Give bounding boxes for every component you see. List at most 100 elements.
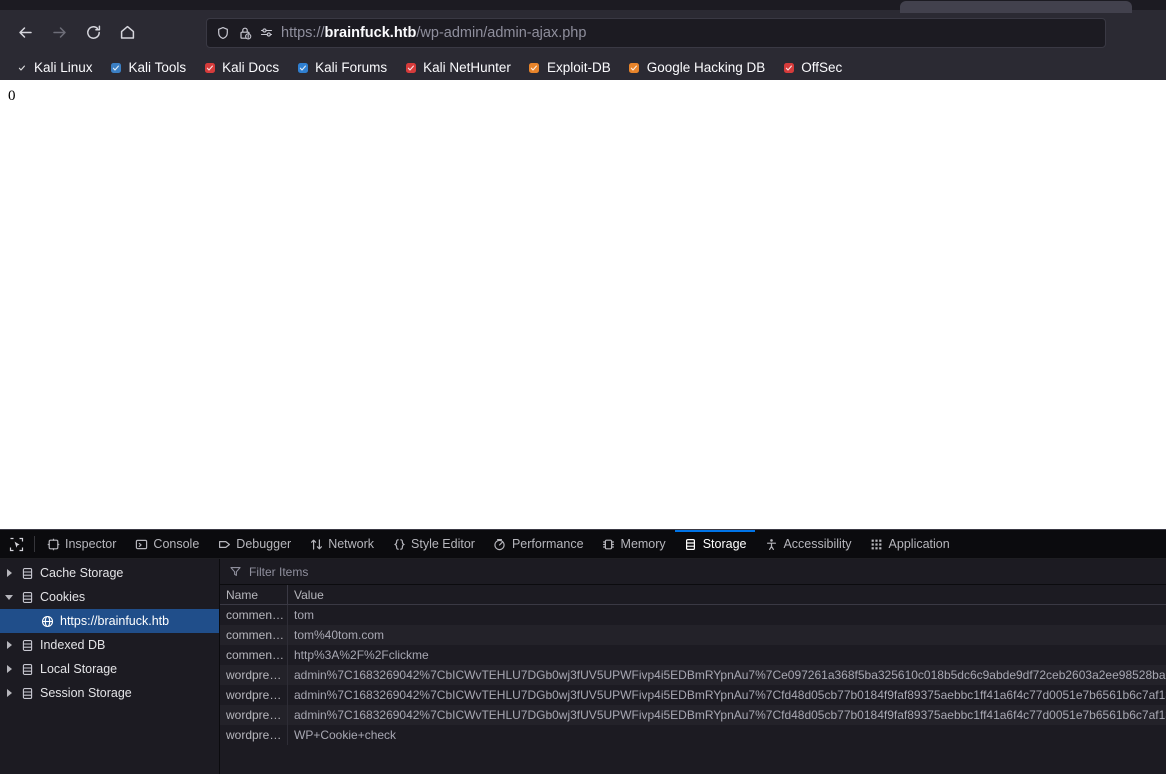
devtools-toolbar: Inspector Console Debugger Network Style Edi… — [0, 530, 1166, 559]
storage-tree-item-label: Cookies — [40, 590, 86, 604]
network-icon — [309, 537, 323, 551]
table-row[interactable]: wordpre… admin%7C1683269042%7CbICWvTEHLU7… — [220, 705, 1166, 725]
storage-tree-item-https-brainfuck-htb[interactable]: https://brainfuck.htb — [0, 609, 219, 633]
url-text: https://brainfuck.htb/wp-admin/admin-aja… — [281, 24, 587, 41]
bookmarks-toolbar: Kali Linux Kali Tools Kali Docs Kali Forums… — [0, 55, 1166, 80]
tab-accessibility[interactable]: Accessibility — [755, 530, 860, 558]
tab-style-editor[interactable]: Style Editor — [383, 530, 484, 558]
tab-storage[interactable]: Storage — [674, 530, 756, 558]
devtools-tab-list: Inspector Console Debugger Network Style Edi… — [37, 530, 959, 558]
table-row[interactable]: wordpre… admin%7C1683269042%7CbICWvTEHLU7… — [220, 665, 1166, 685]
cookie-name-cell: wordpre… — [220, 705, 288, 725]
cookie-name-cell: commen… — [220, 625, 288, 645]
bookmark-kali-tools[interactable]: Kali Tools — [103, 58, 193, 77]
tab-console[interactable]: Console — [125, 530, 208, 558]
cookie-value-cell: tom — [294, 608, 315, 622]
table-row[interactable]: wordpre… WP+Cookie+check — [220, 725, 1166, 745]
bookmark-google-hacking-db[interactable]: Google Hacking DB — [621, 58, 772, 77]
style-editor-icon — [392, 537, 406, 551]
table-row[interactable]: commen… tom — [220, 605, 1166, 625]
tab-label: Style Editor — [411, 537, 475, 551]
element-picker-icon[interactable] — [0, 530, 32, 558]
tab-inspector[interactable]: Inspector — [37, 530, 125, 558]
accessibility-icon — [764, 537, 778, 551]
shield-icon[interactable] — [215, 25, 230, 40]
table-row[interactable]: wordpre… admin%7C1683269042%7CbICWvTEHLU7… — [220, 685, 1166, 705]
bookmark-label: Kali Docs — [222, 60, 280, 75]
toolbar-divider — [34, 536, 35, 552]
browser-tab[interactable] — [900, 1, 1132, 13]
globe-icon — [38, 615, 56, 628]
table-row[interactable]: commen… tom%40tom.com — [220, 625, 1166, 645]
kali-tools-icon — [109, 60, 124, 75]
storage-icon — [684, 537, 698, 551]
filter-bar — [220, 559, 1166, 585]
cookie-value-cell: admin%7C1683269042%7CbICWvTEHLU7DGb0wj3f… — [294, 688, 1166, 702]
tab-label: Performance — [511, 537, 584, 551]
column-header-name[interactable]: Name — [220, 585, 288, 605]
console-icon — [134, 537, 148, 551]
bookmark-label: Exploit-DB — [546, 60, 611, 75]
bookmark-label: Kali NetHunter — [423, 60, 511, 75]
chevron-right-icon[interactable] — [0, 689, 18, 697]
cookie-value-cell: admin%7C1683269042%7CbICWvTEHLU7DGb0wj3f… — [294, 708, 1166, 722]
inspector-icon — [46, 537, 60, 551]
storage-tree-item-label: Cache Storage — [40, 566, 124, 580]
chevron-right-icon[interactable] — [0, 641, 18, 649]
tab-memory[interactable]: Memory — [593, 530, 675, 558]
storage-type-icon — [18, 591, 36, 604]
home-button[interactable] — [110, 16, 144, 50]
reload-button[interactable] — [76, 16, 110, 50]
filter-icon — [228, 564, 243, 579]
tab-debugger[interactable]: Debugger — [208, 530, 300, 558]
bookmark-offsec[interactable]: OffSec — [775, 58, 848, 77]
chevron-right-icon[interactable] — [0, 569, 18, 577]
storage-tree-item-session-storage[interactable]: Session Storage — [0, 681, 219, 705]
storage-tree-item-cache-storage[interactable]: Cache Storage — [0, 561, 219, 585]
bookmark-kali-linux[interactable]: Kali Linux — [8, 58, 99, 77]
storage-tree-item-local-storage[interactable]: Local Storage — [0, 657, 219, 681]
kali-nethunter-icon — [403, 60, 418, 75]
bookmark-exploit-db[interactable]: Exploit-DB — [521, 58, 617, 77]
tab-label: Console — [153, 537, 200, 551]
cookie-table: Name Value commen… tom commen… tom%40tom.com… — [220, 585, 1166, 774]
cookie-table-body: commen… tom commen… tom%40tom.com commen… htt… — [220, 605, 1166, 745]
storage-type-icon — [18, 567, 36, 580]
storage-tree-item-label: https://brainfuck.htb — [60, 614, 170, 628]
cookie-name-cell: wordpre… — [220, 685, 288, 705]
chevron-down-icon[interactable] — [0, 594, 18, 600]
kali-dragon-icon — [14, 60, 29, 75]
tab-application[interactable]: Application — [861, 530, 959, 558]
tab-performance[interactable]: Performance — [484, 530, 593, 558]
table-row[interactable]: commen… http%3A%2F%2Fclickme — [220, 645, 1166, 665]
bookmark-kali-docs[interactable]: Kali Docs — [196, 58, 285, 77]
chevron-right-icon[interactable] — [0, 665, 18, 673]
bookmark-label: Kali Linux — [34, 60, 93, 75]
tab-label: Network — [328, 537, 375, 551]
memory-icon — [602, 537, 616, 551]
storage-tree: Cache Storage Cookies https://brainfuck.ht… — [0, 559, 220, 774]
page-content-text: 0 — [8, 88, 16, 104]
tab-label: Inspector — [65, 537, 117, 551]
browser-chrome: https://brainfuck.htb/wp-admin/admin-aja… — [0, 0, 1166, 80]
forward-button[interactable] — [42, 16, 76, 50]
bookmark-label: OffSec — [801, 60, 843, 75]
tab-label: Accessibility — [783, 537, 852, 551]
tab-network[interactable]: Network — [300, 530, 383, 558]
performance-icon — [493, 537, 507, 551]
storage-tree-item-cookies[interactable]: Cookies — [0, 585, 219, 609]
permissions-icon[interactable] — [259, 25, 274, 40]
column-header-value[interactable]: Value — [288, 585, 1166, 605]
storage-table-pane: NameValue commen… tom commen… tom%40tom.com… — [220, 559, 1166, 774]
filter-input[interactable] — [249, 564, 1158, 579]
cookie-value-cell: admin%7C1683269042%7CbICWvTEHLU7DGb0wj3f… — [294, 668, 1166, 682]
bookmark-kali-forums[interactable]: Kali Forums — [289, 58, 393, 77]
storage-tree-item-label: Local Storage — [40, 662, 118, 676]
back-button[interactable] — [8, 16, 42, 50]
storage-tree-item-indexed-db[interactable]: Indexed DB — [0, 633, 219, 657]
page-viewport: 0 — [0, 80, 1166, 529]
bookmark-kali-nethunter[interactable]: Kali NetHunter — [397, 58, 517, 77]
url-bar[interactable]: https://brainfuck.htb/wp-admin/admin-aja… — [206, 17, 1106, 48]
offsec-icon — [781, 60, 796, 75]
lock-warning-icon[interactable] — [237, 25, 252, 40]
